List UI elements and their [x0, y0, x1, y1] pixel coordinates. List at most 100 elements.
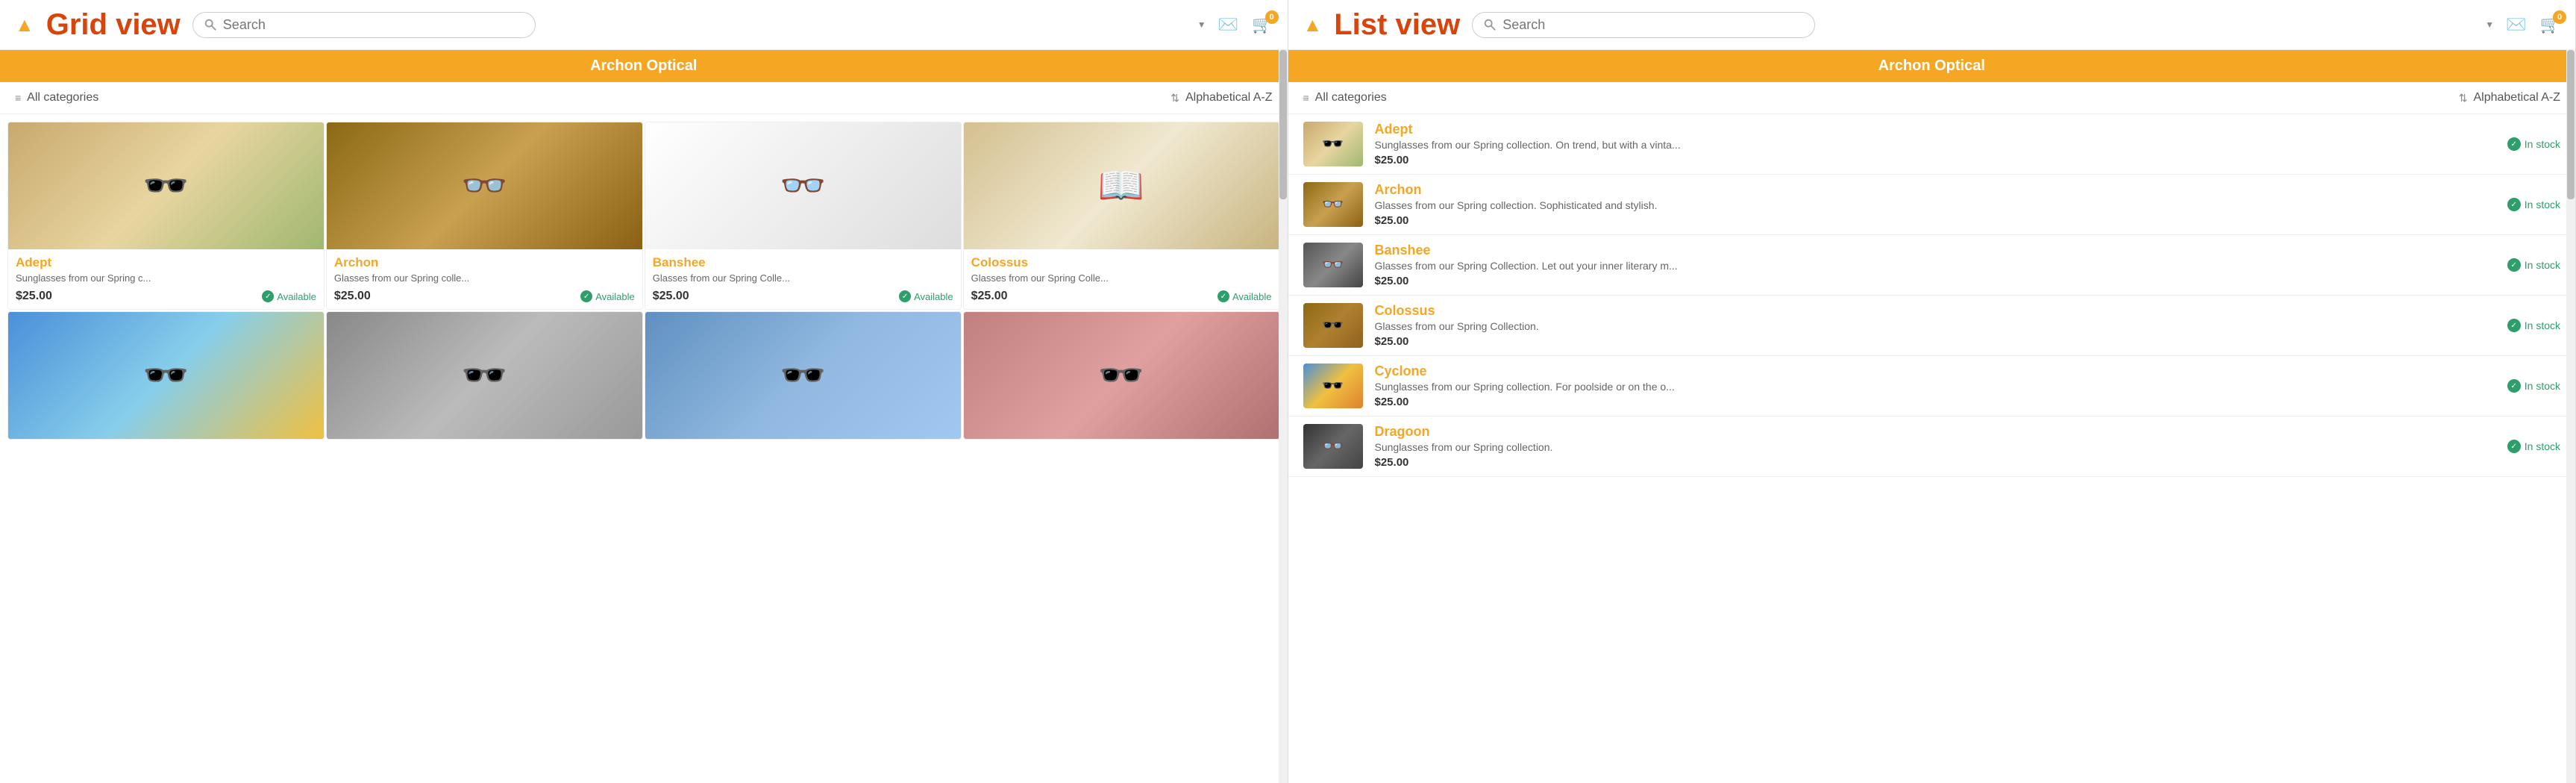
product-name-archon: Archon [334, 255, 635, 270]
grid-categories-filter[interactable]: ≡ All categories [15, 91, 98, 104]
list-item-adept[interactable]: Adept Sunglasses from our Spring collect… [1288, 114, 2576, 175]
list-name-cyclone: Cyclone [1375, 364, 2495, 379]
product-name-banshee: Banshee [653, 255, 953, 270]
list-categories-filter[interactable]: ≡ All categories [1303, 91, 1387, 104]
product-status-adept: ✓ Available [262, 290, 316, 302]
product-status-colossus: ✓ Available [1218, 290, 1272, 302]
list-scrollbar-thumb[interactable] [2567, 50, 2575, 199]
grid-sort-filter[interactable]: ⇅ Alphabetical A-Z [1171, 91, 1272, 104]
in-stock-badge-adept: ✓ In stock [2507, 137, 2560, 151]
list-store-header: Archon Optical [1288, 50, 2576, 82]
grid-logo-icon: ▲ [15, 13, 34, 37]
list-filter-icon: ≡ [1303, 92, 1309, 104]
list-status-dragoon: ✓ In stock [2507, 440, 2560, 453]
grid-cart-badge: 0 [1265, 10, 1279, 24]
list-sort-dropdown[interactable]: ▼ [2485, 19, 2494, 30]
list-search-input[interactable] [1502, 17, 1804, 33]
product-grid-row1: Adept Sunglasses from our Spring c... $2… [7, 122, 1280, 310]
list-item-cyclone[interactable]: Cyclone Sunglasses from our Spring colle… [1288, 356, 2576, 417]
grid-search-box[interactable] [192, 12, 536, 38]
grid-cart-button[interactable]: 🛒 0 [1252, 15, 1272, 34]
product-card-row2-3[interactable] [645, 311, 962, 440]
list-image-colossus [1303, 303, 1363, 348]
list-image-archon [1303, 182, 1363, 227]
list-name-colossus: Colossus [1375, 303, 2495, 319]
grid-filter-icon: ≡ [15, 92, 21, 104]
grid-mail-button[interactable]: ✉️ [1218, 15, 1238, 34]
product-card-adept[interactable]: Adept Sunglasses from our Spring c... $2… [7, 122, 325, 310]
list-view-panel: ▲ List view ▼ ✉️ 🛒 0 Archon Optical [1288, 0, 2576, 783]
list-desc-colossus: Glasses from our Spring Collection. [1375, 320, 2495, 332]
list-name-dragoon: Dragoon [1375, 424, 2495, 440]
list-item-dragoon[interactable]: Dragoon Sunglasses from our Spring colle… [1288, 417, 2576, 477]
list-view-title: List view [1334, 10, 1460, 40]
list-desc-archon: Glasses from our Spring collection. Soph… [1375, 199, 2495, 211]
grid-topbar-icons: ✉️ 🛒 0 [1218, 15, 1273, 34]
product-name-adept: Adept [16, 255, 316, 270]
in-stock-badge-banshee: ✓ In stock [2507, 258, 2560, 272]
check-dragoon: ✓ [2507, 440, 2521, 453]
product-image-archon [327, 122, 642, 249]
list-desc-banshee: Glasses from our Spring Collection. Let … [1375, 260, 2495, 272]
check-colossus: ✓ [2507, 319, 2521, 332]
list-all-categories-label: All categories [1315, 91, 1387, 104]
product-desc-archon: Glasses from our Spring colle... [334, 272, 635, 284]
grid-view-title: Grid view [46, 10, 181, 40]
list-item-banshee[interactable]: Banshee Glasses from our Spring Collecti… [1288, 235, 2576, 296]
product-desc-banshee: Glasses from our Spring Colle... [653, 272, 953, 284]
grid-view-panel: ▲ Grid view ▼ ✉️ 🛒 0 Archon Optical [0, 0, 1288, 783]
list-topbar-icons: ✉️ 🛒 0 [2506, 15, 2560, 34]
list-price-cyclone: $25.00 [1375, 396, 2495, 408]
check-cyclone: ✓ [2507, 379, 2521, 393]
check-adept: ✓ [2507, 137, 2521, 151]
grid-all-categories-label: All categories [27, 91, 98, 104]
product-check-adept: ✓ [262, 290, 274, 302]
list-scrollbar[interactable] [2566, 50, 2575, 783]
list-sort-filter[interactable]: ⇅ Alphabetical A-Z [2459, 91, 2560, 104]
in-stock-badge-colossus: ✓ In stock [2507, 319, 2560, 332]
grid-scrollbar-thumb[interactable] [1279, 50, 1287, 199]
list-logo-icon: ▲ [1303, 13, 1323, 37]
product-image-row2-2 [327, 312, 642, 439]
product-check-colossus: ✓ [1218, 290, 1229, 302]
product-card-archon[interactable]: Archon Glasses from our Spring colle... … [326, 122, 643, 310]
product-check-banshee: ✓ [899, 290, 911, 302]
product-image-banshee [645, 122, 961, 249]
grid-sort-dropdown[interactable]: ▼ [1197, 19, 1206, 30]
product-check-archon: ✓ [580, 290, 592, 302]
list-search-box[interactable] [1472, 12, 1815, 38]
grid-store-header: Archon Optical [0, 50, 1288, 82]
list-status-banshee: ✓ In stock [2507, 258, 2560, 272]
in-stock-badge-cyclone: ✓ In stock [2507, 379, 2560, 393]
list-price-banshee: $25.00 [1375, 275, 2495, 287]
product-image-colossus [964, 122, 1279, 249]
grid-sort-label: Alphabetical A-Z [1185, 91, 1273, 104]
list-status-cyclone: ✓ In stock [2507, 379, 2560, 393]
list-status-adept: ✓ In stock [2507, 137, 2560, 151]
product-card-row2-2[interactable] [326, 311, 643, 440]
grid-search-icon [204, 18, 217, 31]
product-card-banshee[interactable]: Banshee Glasses from our Spring Colle...… [645, 122, 962, 310]
product-name-colossus: Colossus [971, 255, 1272, 270]
product-card-colossus[interactable]: Colossus Glasses from our Spring Colle..… [963, 122, 1280, 310]
list-item-colossus[interactable]: Colossus Glasses from our Spring Collect… [1288, 296, 2576, 356]
product-image-row2-3 [645, 312, 961, 439]
list-topbar: ▲ List view ▼ ✉️ 🛒 0 [1288, 0, 2576, 50]
list-item-archon[interactable]: Archon Glasses from our Spring collectio… [1288, 175, 2576, 235]
list-name-adept: Adept [1375, 122, 2495, 137]
grid-dropdown-arrow: ▼ [1197, 19, 1206, 30]
grid-sort-icon: ⇅ [1171, 92, 1179, 104]
product-price-colossus: $25.00 [971, 290, 1008, 303]
grid-search-input[interactable] [223, 17, 524, 33]
grid-scrollbar[interactable] [1279, 50, 1288, 783]
list-image-adept [1303, 122, 1363, 166]
product-image-row2-1 [8, 312, 324, 439]
grid-topbar: ▲ Grid view ▼ ✉️ 🛒 0 [0, 0, 1288, 50]
product-image-row2-4 [964, 312, 1279, 439]
product-card-row2-4[interactable] [963, 311, 1280, 440]
list-cart-button[interactable]: 🛒 0 [2540, 15, 2560, 34]
product-status-banshee: ✓ Available [899, 290, 953, 302]
list-mail-button[interactable]: ✉️ [2506, 15, 2526, 34]
list-product-area: Adept Sunglasses from our Spring collect… [1288, 114, 2576, 783]
product-card-row2-1[interactable] [7, 311, 325, 440]
